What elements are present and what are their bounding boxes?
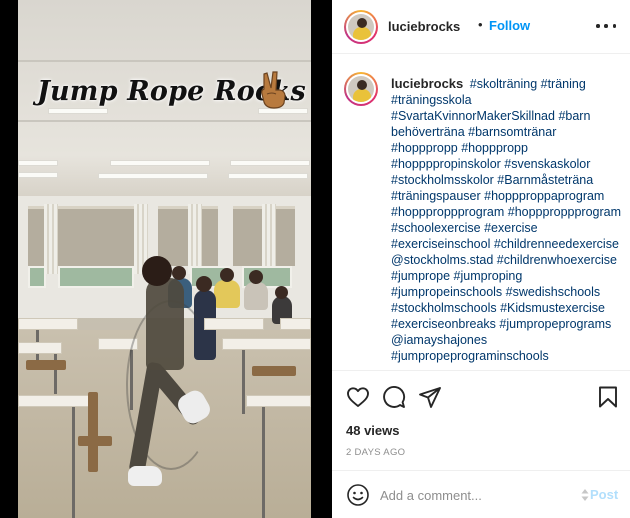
post-timestamp[interactable]: 2 days ago (346, 447, 405, 458)
chair (252, 366, 296, 376)
ceiling-light (48, 108, 108, 114)
desk (246, 395, 311, 407)
ceiling-light (98, 173, 208, 179)
more-options-icon[interactable] (596, 16, 616, 36)
caption-username[interactable]: luciebrocks (391, 76, 463, 91)
desk (18, 395, 98, 407)
curtain (44, 204, 58, 274)
window (58, 266, 134, 288)
curtain (262, 204, 276, 274)
window (28, 266, 46, 288)
post-side-panel: luciebrocks • Follow luciebrocks #skoltr… (332, 0, 630, 518)
header-username[interactable]: luciebrocks (388, 19, 460, 34)
student (244, 282, 268, 310)
student-head (220, 268, 234, 282)
ceiling-beam (18, 60, 311, 62)
caption-avatar[interactable] (344, 72, 378, 106)
heart-icon[interactable] (346, 385, 370, 409)
comment-input[interactable] (380, 483, 576, 507)
curtain (188, 204, 202, 274)
jumping-child-head (142, 256, 172, 286)
bookmark-icon[interactable] (596, 385, 620, 409)
separator-dot: • (478, 17, 483, 32)
chair (26, 360, 66, 370)
caption-area[interactable]: luciebrocks #skolträning #träning #träni… (332, 54, 630, 370)
desk (222, 338, 311, 350)
desk-leg (72, 407, 75, 518)
chair (88, 392, 98, 472)
post-header: luciebrocks • Follow (332, 0, 630, 54)
comment-icon[interactable] (382, 385, 406, 409)
ceiling-light (18, 172, 58, 178)
avatar[interactable] (344, 10, 378, 44)
post-button[interactable]: Post (590, 487, 618, 502)
view-count[interactable]: 48 views (346, 423, 400, 438)
shoe (128, 466, 162, 486)
victory-hand-icon (261, 71, 286, 109)
desk-leg (242, 350, 245, 414)
desk (204, 318, 264, 330)
follow-button[interactable]: Follow (489, 18, 530, 33)
desk (18, 318, 78, 330)
student-head (249, 270, 263, 284)
ceiling-light (18, 160, 58, 166)
emoji-icon[interactable] (346, 483, 370, 507)
comment-bar: Post (332, 470, 630, 518)
student (214, 280, 240, 308)
desk-leg (262, 407, 265, 518)
jumping-child (146, 278, 184, 370)
chair (78, 436, 112, 446)
ceiling-light (228, 173, 308, 179)
caption-text[interactable]: #skolträning #träning #träningsskola #Sv… (391, 77, 621, 363)
desk (18, 342, 62, 354)
scroll-arrows-icon (581, 489, 589, 501)
post-media[interactable]: Jump Rope Rocks (0, 0, 332, 518)
ceiling-beam (18, 120, 311, 122)
desk (280, 318, 311, 330)
caption: luciebrocks #skolträning #träning #träni… (391, 76, 623, 364)
ceiling-light (110, 160, 210, 166)
instagram-post: Jump Rope Rocks luciebrocks • Follow luc… (0, 0, 630, 518)
share-icon[interactable] (418, 385, 442, 409)
student-head (196, 276, 212, 292)
student-head (275, 286, 288, 299)
ceiling-light (230, 160, 310, 166)
